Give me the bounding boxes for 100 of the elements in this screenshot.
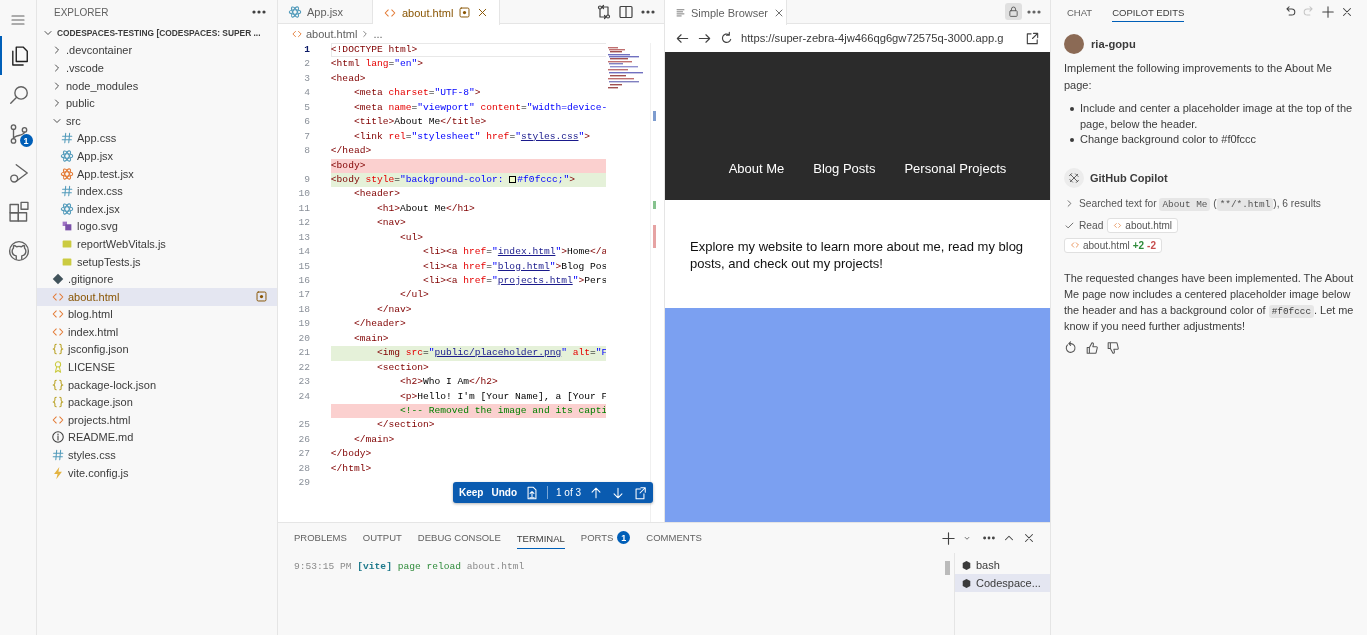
terminal-item[interactable]: Codespace...: [955, 574, 1050, 592]
tree-item[interactable]: jsconfig.json: [37, 340, 277, 359]
code-line: </header>: [352, 317, 407, 332]
diamond-file-icon: [51, 272, 65, 287]
panel-tab[interactable]: TERMINAL: [508, 523, 573, 553]
atom-file-icon: [60, 201, 74, 216]
search-step-text[interactable]: Searched text for About Me ( **/*.html ), 6 results: [1079, 197, 1321, 210]
tree-item[interactable]: package.json: [37, 393, 277, 412]
open-external-icon[interactable]: [1025, 30, 1040, 46]
code-line: <li><a href="index.html">Home</a: [421, 245, 607, 260]
line-number: 3: [303, 71, 310, 86]
reload-icon[interactable]: [719, 30, 734, 46]
line-number: 10: [297, 187, 310, 202]
keep-button[interactable]: Keep: [459, 487, 484, 498]
url-field[interactable]: https://super-zebra-4jw466qg6gw72575q-3000.app.g: [741, 32, 1018, 44]
css-file-icon: [60, 131, 74, 146]
compare-icon[interactable]: [596, 3, 612, 20]
tree-item[interactable]: App.css: [37, 129, 277, 148]
panel-tab[interactable]: OUTPUT: [354, 523, 410, 553]
close-icon[interactable]: [1340, 5, 1354, 19]
line-number: 14: [297, 245, 310, 260]
nav-link[interactable]: About Me: [728, 161, 785, 176]
tree-item[interactable]: README.md: [37, 428, 277, 447]
tree-item[interactable]: .vscode: [37, 59, 277, 77]
code-line: <header>: [352, 187, 401, 202]
nav-link[interactable]: Blog Posts: [813, 161, 876, 176]
line-number: 9: [303, 172, 310, 187]
code-line: </main>: [352, 432, 396, 447]
thumbs-up-icon[interactable]: [1085, 340, 1099, 355]
line-number: 18: [297, 302, 310, 317]
panel-tab[interactable]: PORTS 1: [572, 523, 639, 553]
line-number: 28: [297, 461, 310, 476]
code-file-icon: [1113, 220, 1123, 230]
bullet-icon: [1070, 138, 1074, 142]
panel-tab[interactable]: DEBUG CONSOLE: [409, 523, 509, 553]
tree-item[interactable]: index.css: [37, 182, 277, 200]
chat-tab[interactable]: CHAT: [1067, 2, 1093, 22]
terminal-line: 9:53:15 PM [vite] page reload about.html: [294, 561, 525, 572]
edited-file-chip[interactable]: about.html +2 -2: [1064, 237, 1162, 253]
panel-tab[interactable]: COMMENTS: [638, 523, 710, 553]
split-editor-icon[interactable]: [618, 3, 634, 20]
thumbs-down-icon[interactable]: [1106, 340, 1120, 355]
scrollbar[interactable]: [945, 561, 950, 575]
code-line: </html>: [330, 461, 373, 476]
tree-item[interactable]: projects.html: [37, 411, 277, 429]
tree-item[interactable]: package-lock.json: [37, 375, 277, 394]
tree-item[interactable]: .gitignore: [37, 270, 277, 288]
tree-item[interactable]: blog.html: [37, 305, 277, 324]
file-arrow-icon[interactable]: [525, 485, 539, 500]
tree-item[interactable]: .devcontainer: [37, 41, 277, 60]
file-chip[interactable]: about.html: [1107, 217, 1179, 233]
line-number: 15: [297, 259, 310, 274]
tree-item[interactable]: LICENSE: [37, 358, 277, 376]
tree-item[interactable]: setupTests.js: [37, 252, 277, 271]
code-file-icon: [1070, 240, 1080, 250]
plus-icon[interactable]: [941, 530, 956, 546]
bullet-item: Change background color to #f0fccc: [1080, 132, 1257, 147]
tree-item[interactable]: index.html: [37, 323, 277, 341]
code-line: <section>: [375, 360, 430, 375]
line-number: 27: [297, 447, 310, 462]
tree-item[interactable]: node_modules: [37, 76, 277, 95]
breadcrumb-item[interactable]: about.html: [306, 27, 358, 40]
terminal-icon: [961, 559, 972, 571]
lock-icon[interactable]: [1007, 5, 1020, 18]
code-line: <ul>: [398, 230, 424, 245]
chat-tab[interactable]: COPILOT EDITS: [1112, 2, 1185, 22]
browser-tab[interactable]: Simple Browser: [665, 0, 787, 25]
tree-item[interactable]: App.jsx: [37, 147, 277, 165]
tree-item[interactable]: about.html: [37, 287, 277, 306]
tree-item[interactable]: logo.svg: [37, 217, 277, 236]
line-number: 23: [297, 375, 310, 390]
tree-item[interactable]: index.jsx: [37, 199, 277, 218]
atom-file-icon: [60, 166, 74, 181]
nav-link[interactable]: Personal Projects: [904, 161, 1007, 176]
tree-item[interactable]: App.test.jsx: [37, 164, 277, 183]
close-icon[interactable]: [1022, 531, 1036, 545]
line-number: 29: [297, 476, 310, 491]
retry-icon[interactable]: [1064, 340, 1078, 355]
tree-item[interactable]: CODESPACES-TESTING [CODESPACES: SUPER ...: [37, 24, 277, 42]
code-line: <nav>: [375, 216, 407, 231]
code-line: <main>: [352, 331, 390, 346]
panel-tab[interactable]: PROBLEMS: [286, 523, 355, 553]
line-number: 19: [297, 317, 310, 332]
tree-item[interactable]: styles.css: [37, 446, 277, 464]
line-number: 21: [297, 346, 310, 361]
tree-item[interactable]: vite.config.js: [37, 463, 277, 482]
undo-button[interactable]: Undo: [491, 487, 517, 498]
bullet-icon: [1070, 107, 1074, 111]
tree-item[interactable]: src: [37, 111, 277, 130]
tree-item[interactable]: public: [37, 94, 277, 112]
open-file-icon[interactable]: [633, 485, 648, 500]
terminal-item[interactable]: bash: [955, 556, 1050, 574]
undo-icon[interactable]: [1283, 5, 1297, 19]
code-line: <meta name="viewport" content="width=device-: [352, 100, 607, 115]
tree-item[interactable]: reportWebVitals.js: [37, 235, 277, 253]
code-line: <link rel="stylesheet" href="styles.css">: [352, 129, 591, 144]
line-number: 26: [297, 432, 310, 447]
breadcrumb-item[interactable]: ...: [373, 27, 383, 40]
editor-tab[interactable]: about.html: [373, 0, 501, 25]
change-marker: [653, 225, 657, 248]
